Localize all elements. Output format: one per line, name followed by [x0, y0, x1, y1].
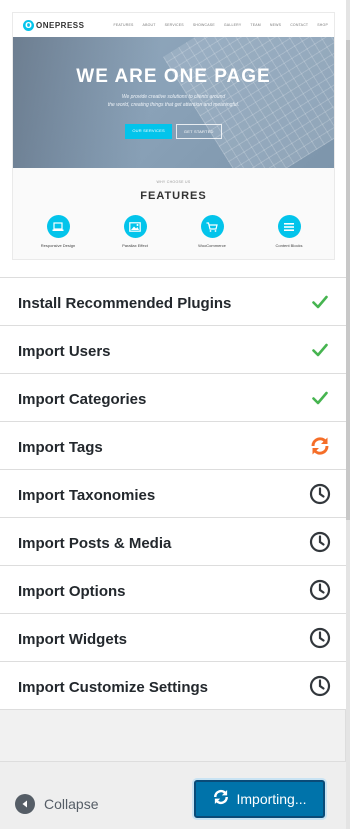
clock-icon	[308, 483, 332, 505]
import-step: Import Options	[0, 566, 346, 614]
step-label: Import Tags	[18, 439, 103, 456]
import-step: Import Customize Settings	[0, 662, 346, 710]
preview-nav-items: FEATURES ABOUT SERVICES SHOWCASE GALLERY…	[114, 23, 328, 27]
feature-label: Parallax Effect	[122, 243, 148, 248]
sync-icon	[212, 788, 230, 811]
preview-nav-item: ABOUT	[142, 23, 156, 27]
check-icon	[308, 291, 332, 313]
preview-nav-item: TEAM	[250, 23, 261, 27]
sync-icon	[308, 435, 332, 457]
hero-primary-button: OUR SERVICES	[125, 124, 172, 139]
hero-subtitle-line: the world, creating things that get atte…	[107, 102, 240, 108]
step-label: Import Users	[18, 343, 111, 360]
panel-footer: Collapse Importing...	[0, 761, 346, 829]
collapse-arrow-icon	[15, 794, 35, 814]
import-step: Import Users	[0, 326, 346, 374]
feature-label: Content Blocks	[275, 243, 303, 248]
scrollbar[interactable]	[346, 0, 350, 829]
feature-item: Parallax Effect	[105, 215, 165, 248]
preview-nav-item: FEATURES	[113, 23, 134, 27]
clock-icon	[308, 627, 332, 649]
hero-subtitle: We provide creative solutions to clients…	[13, 93, 334, 109]
preview-nav: O ONEPRESS FEATURES ABOUT SERVICES SHOWC…	[13, 13, 334, 37]
features-title: FEATURES	[140, 190, 207, 202]
step-label: Import Taxonomies	[18, 487, 156, 504]
hero-subtitle-line: We provide creative solutions to clients…	[121, 94, 226, 100]
logo-text: ONEPRESS	[36, 21, 85, 30]
check-icon	[308, 339, 332, 361]
step-label: Import Categories	[18, 391, 147, 408]
preview-nav-item: CONTACT	[290, 23, 309, 27]
step-label: Import Options	[18, 583, 126, 600]
preview-hero: WE ARE ONE PAGE We provide creative solu…	[13, 37, 334, 168]
import-step: Import Taxonomies	[0, 470, 346, 518]
features-kicker: WHY CHOOSE US	[156, 180, 191, 184]
importing-button[interactable]: Importing...	[194, 780, 325, 818]
cart-icon	[200, 215, 224, 238]
clock-icon	[308, 579, 332, 601]
preview-logo: O ONEPRESS	[23, 20, 84, 31]
importing-label: Importing...	[236, 791, 307, 807]
list-icon	[277, 215, 301, 238]
step-label: Import Widgets	[18, 631, 128, 648]
collapse-label: Collapse	[44, 796, 99, 812]
feature-item: WooCommerce	[182, 215, 242, 248]
feature-item: Responsive Design	[28, 215, 88, 248]
preview-nav-item: SERVICES	[164, 23, 184, 27]
preview-features: WHY CHOOSE US FEATURES Responsive Design…	[13, 168, 334, 259]
laptop-icon	[46, 215, 70, 238]
import-step: Import Tags	[0, 422, 346, 470]
import-step: Import Widgets	[0, 614, 346, 662]
import-step: Import Categories	[0, 374, 346, 422]
hero-title: WE ARE ONE PAGE	[76, 66, 271, 87]
feature-label: WooCommerce	[198, 243, 226, 248]
logo-badge: O	[23, 20, 34, 31]
theme-screenshot: O ONEPRESS FEATURES ABOUT SERVICES SHOWC…	[13, 13, 334, 259]
scrollbar-thumb[interactable]	[346, 40, 350, 520]
step-label: Install Recommended Plugins	[18, 295, 232, 312]
import-step: Import Posts & Media	[0, 518, 346, 566]
preview-nav-item: NEWS	[269, 23, 282, 27]
clock-icon	[308, 675, 332, 697]
check-icon	[308, 387, 332, 409]
feature-item: Content Blocks	[259, 215, 319, 248]
preview-nav-item: GALLERY	[223, 23, 242, 27]
theme-preview: O ONEPRESS FEATURES ABOUT SERVICES SHOWC…	[0, 0, 346, 277]
collapse-button[interactable]: Collapse	[15, 794, 98, 814]
clock-icon	[308, 531, 332, 553]
step-label: Import Customize Settings	[18, 679, 209, 696]
hero-secondary-button: GET STARTED	[175, 124, 222, 139]
image-icon	[123, 215, 147, 238]
preview-nav-item: SHOWCASE	[192, 23, 215, 27]
feature-label: Responsive Design	[40, 243, 76, 248]
importer-panel: O ONEPRESS FEATURES ABOUT SERVICES SHOWC…	[0, 0, 346, 829]
import-steps-list: Install Recommended Plugins Import Users…	[0, 277, 346, 710]
preview-nav-item: SHOP	[317, 23, 328, 27]
hero-buttons: OUR SERVICES GET STARTED	[13, 124, 334, 139]
step-label: Import Posts & Media	[18, 535, 172, 552]
import-step: Install Recommended Plugins	[0, 278, 346, 326]
